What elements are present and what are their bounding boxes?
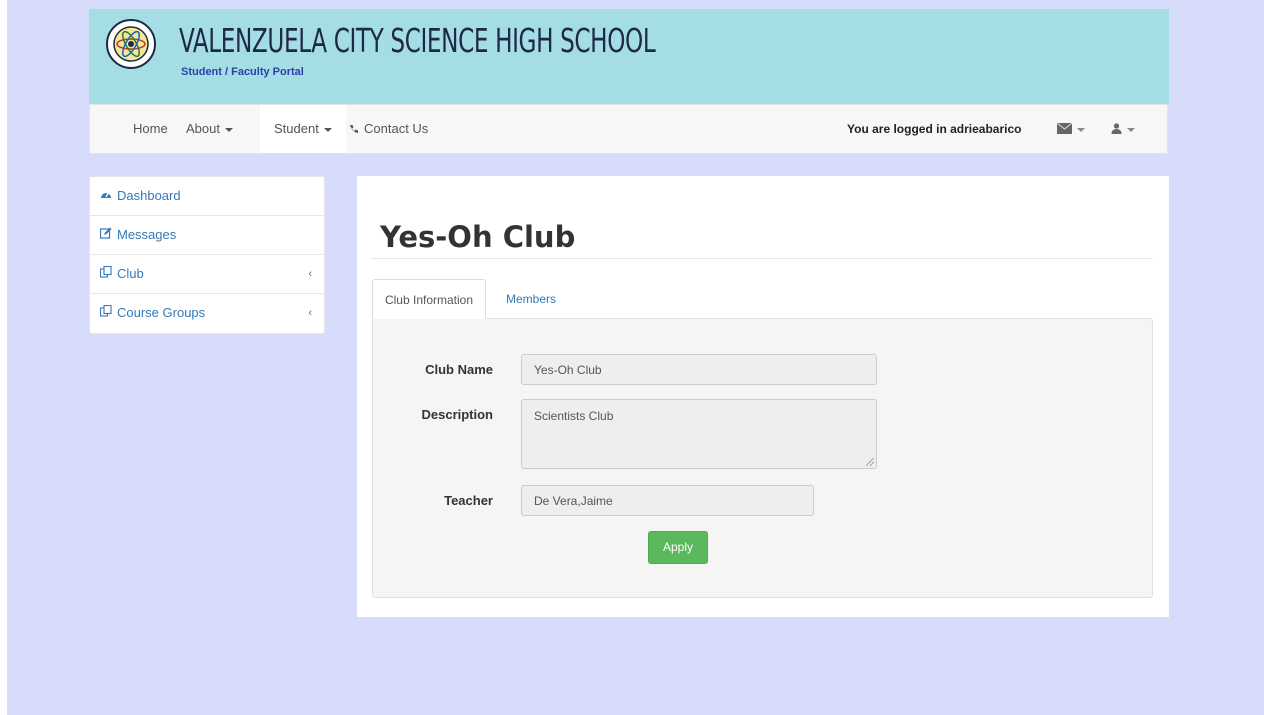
apply-button[interactable]: Apply — [648, 531, 708, 564]
description-value: Scientists Club — [534, 409, 614, 423]
sidebar-item-club[interactable]: Club ‹ — [90, 255, 324, 294]
user-menu-dropdown[interactable] — [1111, 105, 1135, 153]
user-icon — [1111, 106, 1122, 154]
main-content: Yes-Oh Club Club Information Members Clu… — [357, 176, 1169, 617]
dashboard-icon — [100, 178, 114, 216]
school-seal-icon[interactable] — [106, 19, 156, 69]
nav-about-label: About — [186, 121, 220, 136]
portal-subtitle: Student / Faculty Portal — [181, 66, 304, 78]
school-name: VALENZUELA CITY SCIENCE HIGH SCHOOL — [179, 21, 656, 60]
description-label: Description — [421, 407, 493, 422]
caret-down-icon — [1077, 127, 1085, 132]
caret-down-icon — [323, 127, 332, 132]
page-title: Yes-Oh Club — [380, 220, 576, 254]
chevron-left-icon: ‹ — [308, 268, 312, 280]
messages-dropdown[interactable] — [1056, 105, 1085, 154]
envelope-icon — [1056, 106, 1073, 154]
nav-student-dropdown[interactable]: Student — [260, 105, 346, 153]
divider — [371, 258, 1153, 259]
teacher-field[interactable] — [521, 485, 814, 516]
sidebar-item-messages[interactable]: Messages — [90, 216, 324, 255]
nav-about-dropdown[interactable]: About — [186, 105, 233, 153]
copy-icon — [99, 295, 114, 333]
top-navbar: Home About Student Contact Us You are lo… — [89, 104, 1168, 154]
nav-home-label: Home — [133, 121, 168, 136]
caret-down-icon — [224, 127, 233, 132]
teacher-label: Teacher — [444, 493, 493, 508]
sidebar-item-label: Club — [117, 266, 144, 281]
sidebar-item-course-groups[interactable]: Course Groups ‹ — [90, 294, 324, 333]
nav-contact-us[interactable]: Contact Us — [349, 105, 428, 153]
sidebar: Dashboard Messages Club ‹ Course Groups … — [89, 176, 325, 334]
club-name-label: Club Name — [425, 362, 493, 377]
tab-club-information[interactable]: Club Information — [372, 279, 486, 319]
copy-icon — [99, 256, 114, 294]
phone-icon — [349, 106, 359, 154]
header-banner: VALENZUELA CITY SCIENCE HIGH SCHOOL Stud… — [89, 9, 1169, 104]
logged-in-status: You are logged in adrieabarico — [847, 122, 1022, 136]
sidebar-item-label: Course Groups — [117, 305, 206, 320]
club-name-field[interactable] — [521, 354, 877, 385]
nav-home[interactable]: Home — [133, 105, 168, 153]
description-field[interactable]: Scientists Club — [521, 399, 877, 469]
edit-icon — [99, 217, 114, 255]
nav-contact-label: Contact Us — [364, 121, 429, 136]
tab-members[interactable]: Members — [506, 279, 556, 319]
chevron-left-icon: ‹ — [308, 307, 312, 319]
sidebar-item-label: Messages — [117, 227, 177, 242]
resize-handle[interactable] — [866, 458, 874, 466]
sidebar-item-dashboard[interactable]: Dashboard — [90, 177, 324, 216]
sidebar-item-label: Dashboard — [117, 188, 181, 203]
nav-student-label: Student — [274, 121, 319, 136]
club-info-panel: Club Name Description Scientists Club Te… — [372, 318, 1153, 598]
caret-down-icon — [1127, 127, 1135, 132]
